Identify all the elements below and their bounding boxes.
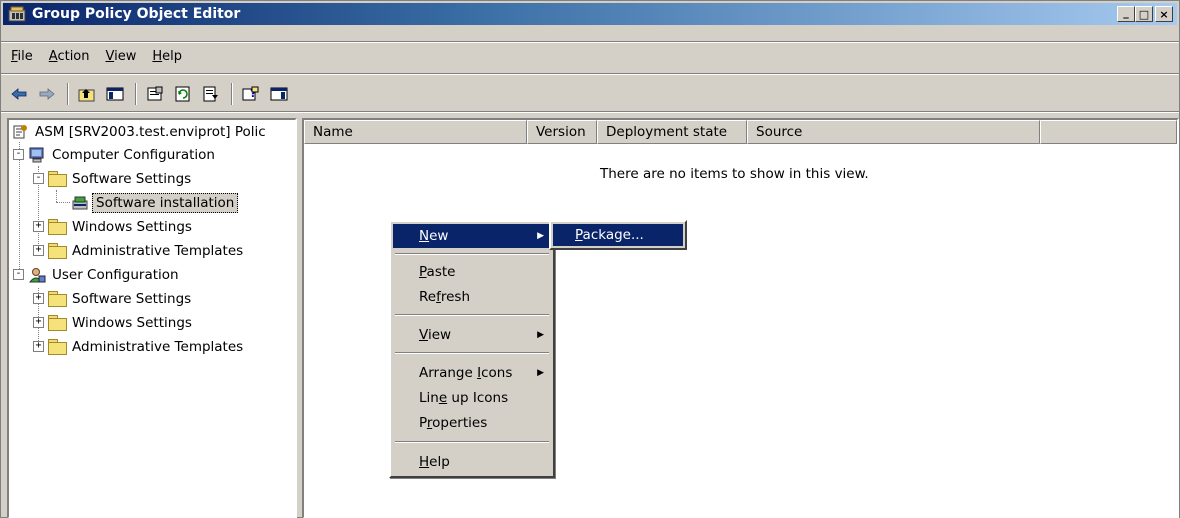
column-header-name[interactable]: Name [304,120,527,144]
tree-node-administrative-templates[interactable]: Administrative Templates [48,240,246,262]
export-list-icon[interactable] [199,82,223,106]
folder-icon [48,171,67,187]
help-icon[interactable]: ? [239,82,263,106]
collapse-toggle[interactable]: - [13,269,24,280]
submenu-arrow-icon: ▶ [537,368,544,378]
folder-icon [48,315,67,331]
menu-separator [395,441,549,443]
context-menu-paste[interactable]: Paste [393,260,551,284]
context-menu-line-up-icons[interactable]: Line up Icons [393,386,551,410]
menu-separator [395,314,549,316]
column-header-deployment-state[interactable]: Deployment state [597,120,747,144]
app-window: Group Policy Object Editor _ □ × File Ac… [0,0,1180,518]
menu-action[interactable]: Action [41,49,98,64]
tree-node-user-software-settings[interactable]: Software Settings [48,288,194,310]
policy-scroll-icon [11,124,29,140]
folder-icon [48,339,67,355]
menu-separator [395,352,549,354]
menubar-top-divider [1,41,1179,43]
folder-icon [48,291,67,307]
computer-icon [28,147,46,163]
show-hide-console-tree-icon[interactable] [103,82,127,106]
back-arrow-icon[interactable] [7,82,31,106]
toolbar-separator [135,83,137,105]
tree-connector [56,202,70,203]
window-title: Group Policy Object Editor [32,6,241,22]
menu-bar: File Action View Help [3,45,190,67]
properties-icon[interactable] [143,82,167,106]
column-header-version[interactable]: Version [527,120,597,144]
context-menu: New ▶ Paste Refresh View ▶ Arrange Icons… [389,220,555,478]
collapse-toggle[interactable]: - [33,173,44,184]
context-menu-properties[interactable]: Properties [393,411,551,435]
context-menu-arrange-icons[interactable]: Arrange Icons ▶ [393,361,551,385]
tree-node-user-administrative-templates[interactable]: Administrative Templates [48,336,246,358]
console-tree-pane[interactable]: ASM [SRV2003.test.enviprot] Polic - Comp… [7,118,297,518]
submenu-arrow-icon: ▶ [537,330,544,340]
tree-connector [19,142,20,269]
expand-toggle[interactable]: + [33,245,44,256]
new-submenu: Package... [549,220,687,250]
submenu-arrow-icon: ▶ [537,231,544,241]
close-button[interactable]: × [1155,6,1173,22]
submenu-package[interactable]: Package... [553,224,683,246]
menu-help[interactable]: Help [144,49,190,64]
toolbar-top-divider [1,73,1179,75]
list-header: Name Version Deployment state Source [304,120,1177,144]
forward-arrow-icon[interactable] [35,82,59,106]
show-hide-action-pane-icon[interactable] [267,82,291,106]
toolbar: ? [3,79,1177,109]
tree-node-software-settings[interactable]: Software Settings [48,168,194,190]
tree-connector [56,190,57,202]
software-installation-icon [71,195,89,211]
collapse-toggle[interactable]: - [13,149,24,160]
tree-node-software-installation[interactable]: Software installation [71,192,239,214]
column-header-filler [1040,120,1177,144]
context-menu-help[interactable]: Help [393,450,551,474]
context-menu-view[interactable]: View ▶ [393,323,551,347]
expand-toggle[interactable]: + [33,221,44,232]
group-policy-app-icon [8,6,26,22]
empty-list-message: There are no items to show in this view. [600,166,869,182]
menu-view[interactable]: View [98,49,145,64]
toolbar-separator [231,83,233,105]
tree-node-user-windows-settings[interactable]: Windows Settings [48,312,195,334]
expand-toggle[interactable]: + [33,317,44,328]
folder-icon [48,243,67,259]
panes-top-divider [1,111,1179,113]
title-bar[interactable]: Group Policy Object Editor _ □ × [3,3,1177,25]
toolbar-separator [67,83,69,105]
tree-node-computer-configuration[interactable]: Computer Configuration [28,144,218,166]
context-menu-refresh[interactable]: Refresh [393,285,551,309]
expand-toggle[interactable]: + [33,293,44,304]
refresh-icon[interactable] [171,82,195,106]
menu-file[interactable]: File [3,49,41,64]
maximize-button[interactable]: □ [1135,6,1153,22]
folder-icon [48,219,67,235]
minimize-button[interactable]: _ [1117,6,1135,22]
tree-node-user-configuration[interactable]: User Configuration [28,264,182,286]
tree-node-windows-settings[interactable]: Windows Settings [48,216,195,238]
up-one-level-icon[interactable] [75,82,99,106]
menu-separator [395,253,549,255]
tree-node-root[interactable]: ASM [SRV2003.test.enviprot] Polic [11,121,269,143]
column-header-source[interactable]: Source [747,120,1040,144]
context-menu-new[interactable]: New ▶ [393,224,551,248]
user-icon [28,267,46,283]
expand-toggle[interactable]: + [33,341,44,352]
